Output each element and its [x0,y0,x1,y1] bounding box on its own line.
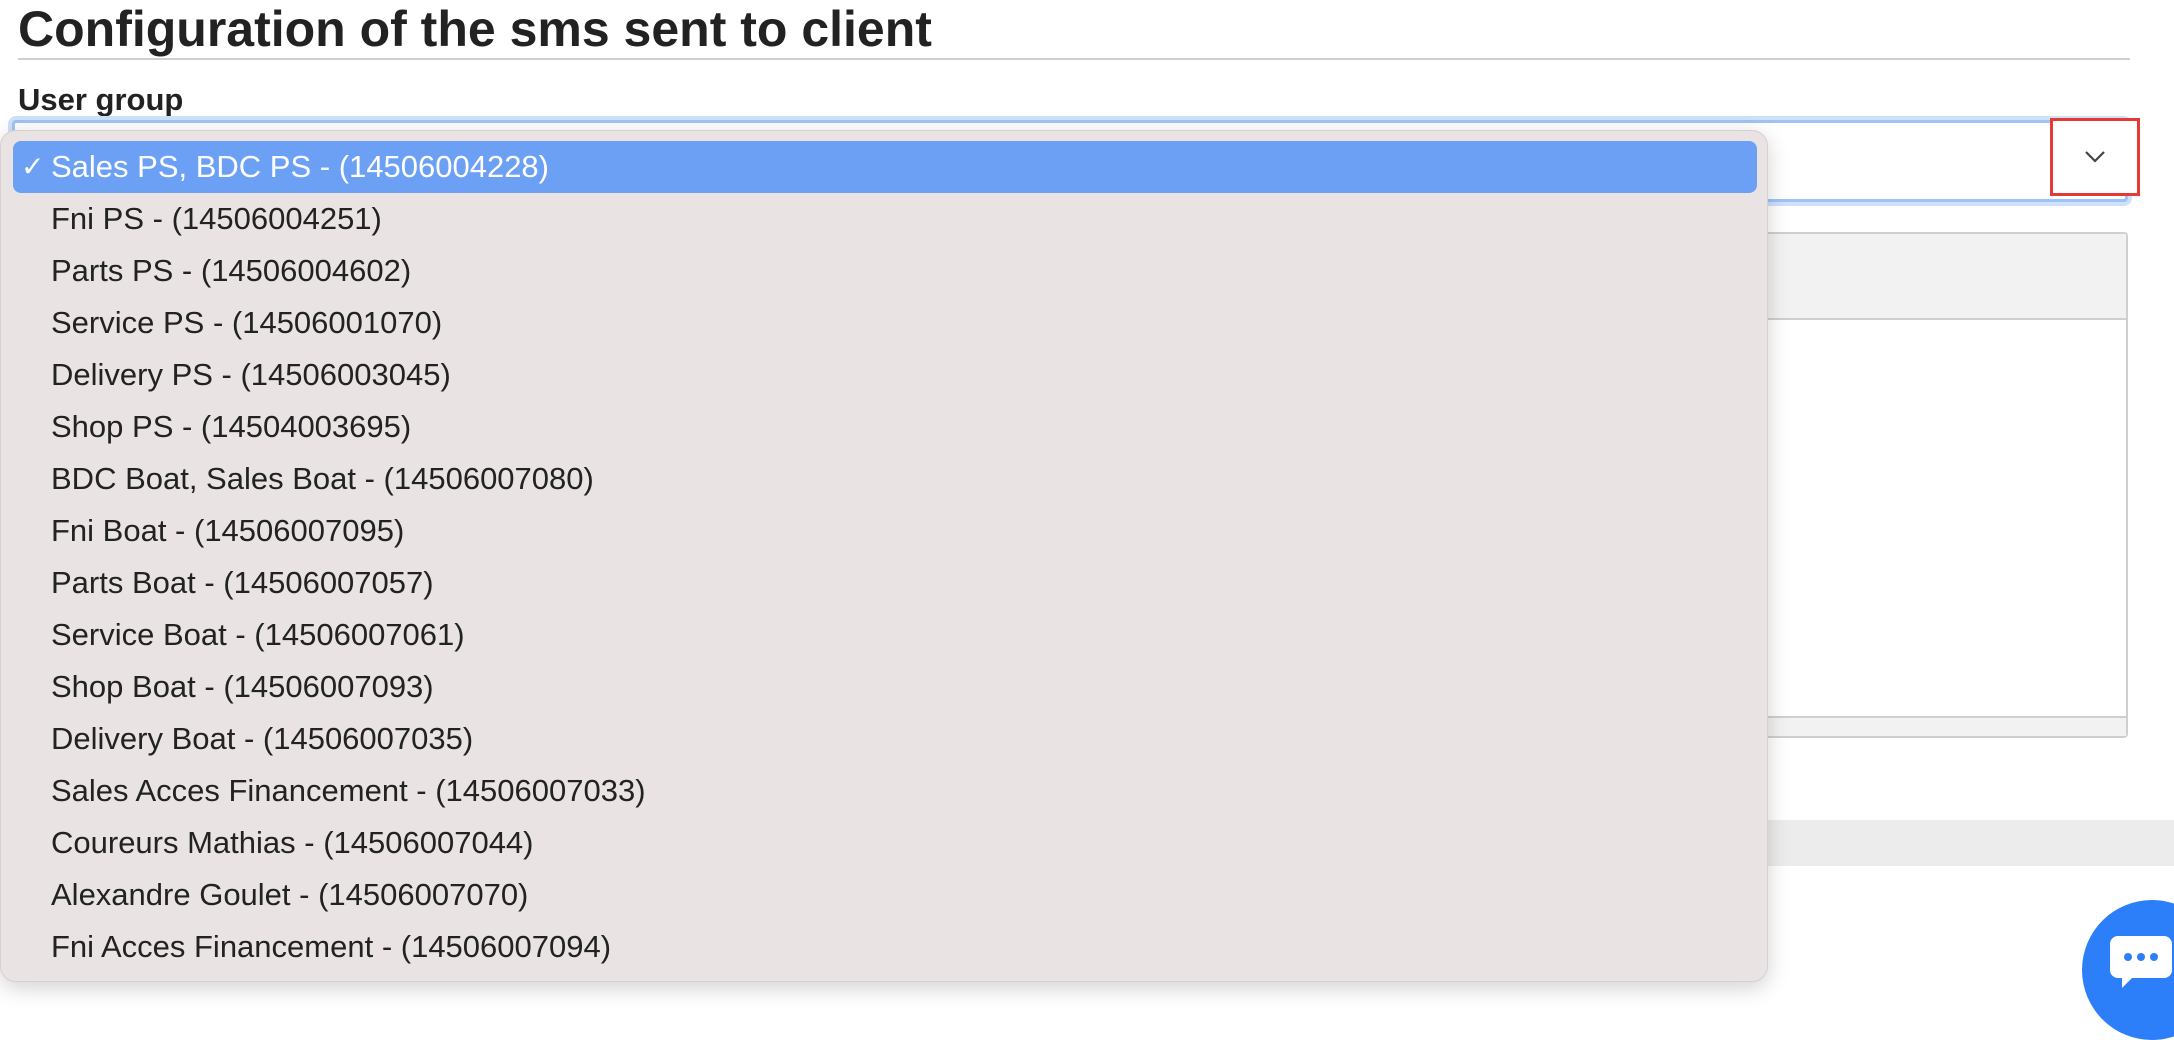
dropdown-option[interactable]: Service PS - (14506001070) [13,297,1757,349]
chevron-down-icon [2085,151,2105,163]
select-dropdown-toggle[interactable] [2050,118,2140,196]
option-label: Shop PS - (14504003695) [51,409,412,444]
option-label: Fni PS - (14506004251) [51,201,382,236]
dropdown-option[interactable]: Parts PS - (14506004602) [13,245,1757,297]
option-label: Fni Boat - (14506007095) [51,513,405,548]
dropdown-option[interactable]: Shop Boat - (14506007093) [13,661,1757,713]
dropdown-option[interactable]: Sales Acces Financement - (14506007033) [13,765,1757,817]
dropdown-option[interactable]: Fni PS - (14506004251) [13,193,1757,245]
option-label: Parts Boat - (14506007057) [51,565,434,600]
title-divider [18,58,2130,60]
dropdown-option[interactable]: BDC Boat, Sales Boat - (14506007080) [13,453,1757,505]
user-group-label: User group [18,82,184,117]
option-label: Sales Acces Financement - (14506007033) [51,773,646,808]
option-label: Fni Acces Financement - (14506007094) [51,929,612,964]
option-label: BDC Boat, Sales Boat - (14506007080) [51,461,594,496]
dropdown-option[interactable]: Fni Boat - (14506007095) [13,505,1757,557]
dropdown-option[interactable]: Service Boat - (14506007061) [13,609,1757,661]
page-title: Configuration of the sms sent to client [18,1,932,57]
dropdown-option[interactable]: Delivery PS - (14506003045) [13,349,1757,401]
chat-launcher-button[interactable] [2082,900,2174,1040]
chat-icon [2110,936,2172,988]
dropdown-option[interactable]: Parts Boat - (14506007057) [13,557,1757,609]
option-label: Shop Boat - (14506007093) [51,669,434,704]
dropdown-option[interactable]: Shop PS - (14504003695) [13,401,1757,453]
option-label: Delivery Boat - (14506007035) [51,721,474,756]
option-label: Parts PS - (14506004602) [51,253,412,288]
option-label: Delivery PS - (14506003045) [51,357,451,392]
option-label: Alexandre Goulet - (14506007070) [51,877,529,912]
dropdown-option[interactable]: Delivery Boat - (14506007035) [13,713,1757,765]
option-label: Coureurs Mathias - (14506007044) [51,825,534,860]
option-label: Service PS - (14506001070) [51,305,443,340]
option-label: Service Boat - (14506007061) [51,617,465,652]
user-group-dropdown-list: ✓ Sales PS, BDC PS - (14506004228) Fni P… [0,130,1768,982]
dropdown-option[interactable]: Coureurs Mathias - (14506007044) [13,817,1757,869]
dropdown-option-selected[interactable]: ✓ Sales PS, BDC PS - (14506004228) [13,141,1757,193]
dropdown-option[interactable]: Fni Acces Financement - (14506007094) [13,921,1757,973]
dropdown-option[interactable]: Alexandre Goulet - (14506007070) [13,869,1757,921]
checkmark-icon: ✓ [21,151,45,182]
option-label: Sales PS, BDC PS - (14506004228) [51,149,549,184]
